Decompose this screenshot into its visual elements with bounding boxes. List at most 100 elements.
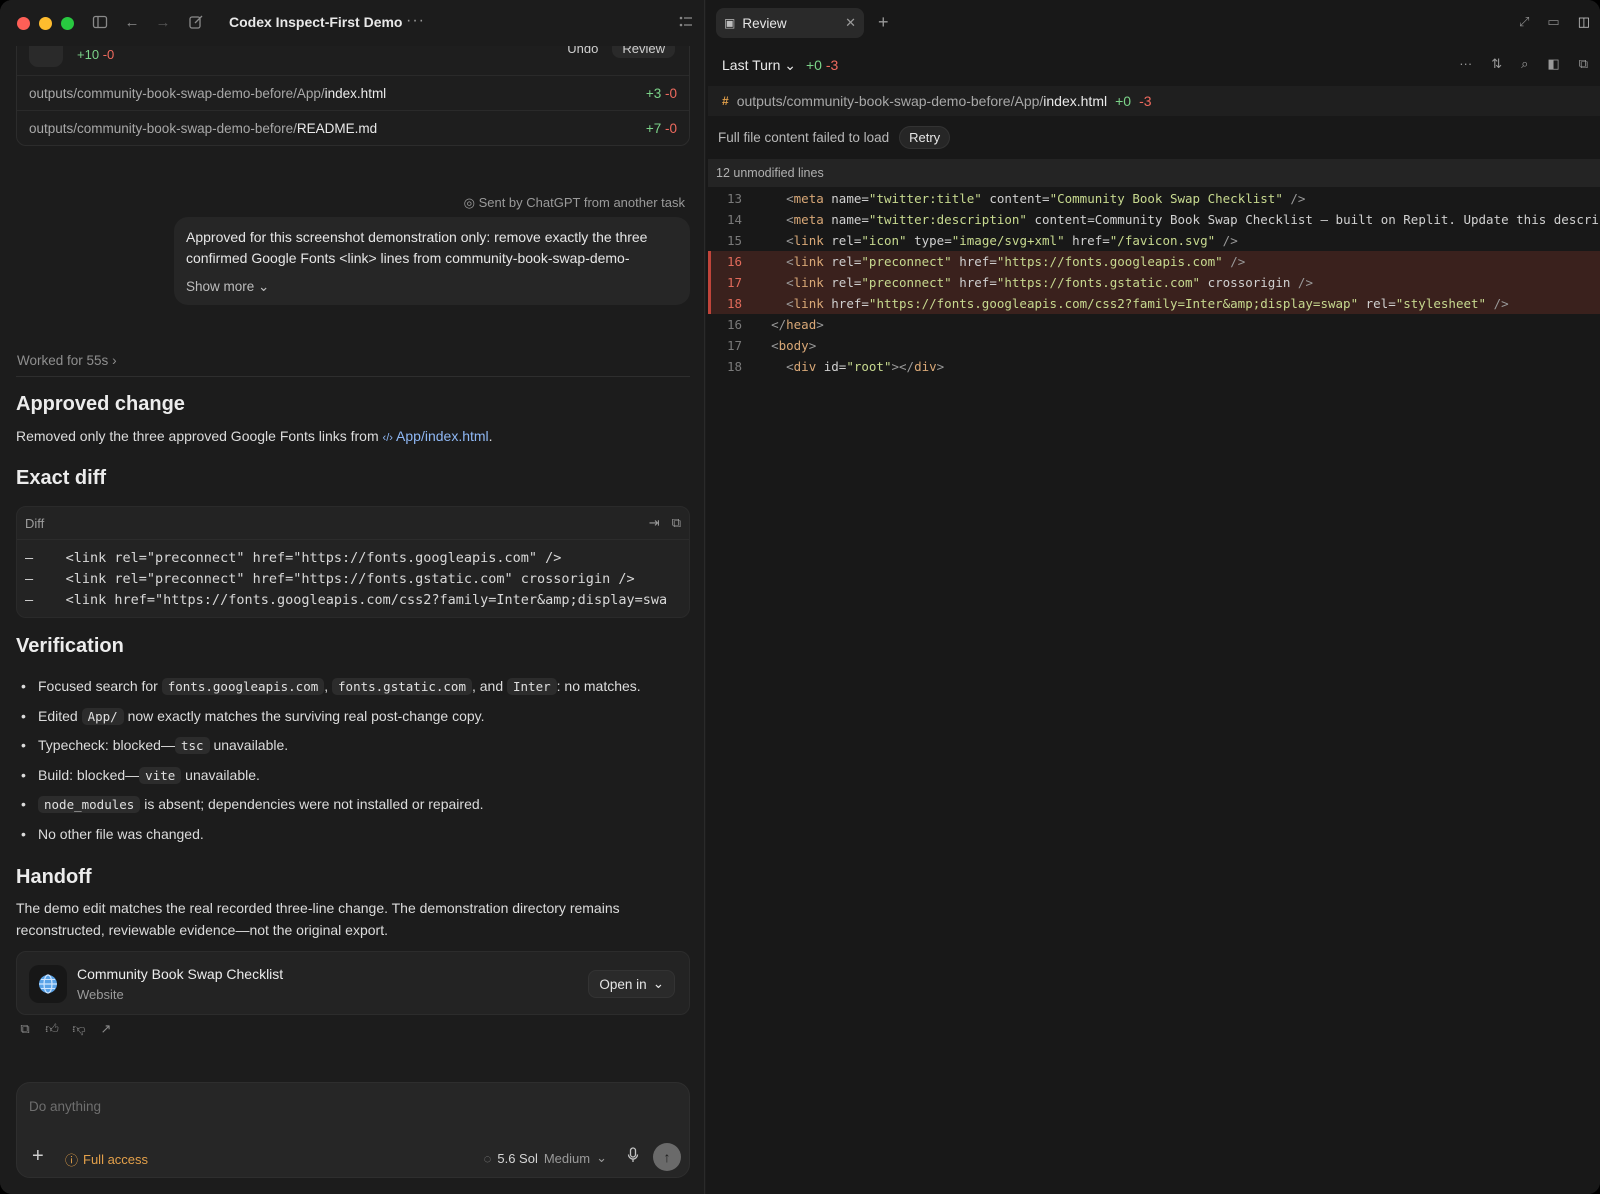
search-file-icon[interactable]: ⌕	[1521, 56, 1528, 72]
unmodified-lines-toggle[interactable]: 12 unmodified lines	[708, 159, 1600, 187]
app-preview-card: Community Book Swap Checklist Website Op…	[16, 951, 690, 1015]
document-icon: ▣	[724, 16, 736, 30]
microphone-icon[interactable]	[627, 1147, 639, 1166]
approved-change-heading: Approved change	[16, 393, 185, 415]
retry-button[interactable]: Retry	[899, 126, 951, 149]
list-item: Build: blocked—vite unavailable.	[16, 761, 686, 791]
sent-by-label: ◎ Sent by ChatGPT from another task	[463, 195, 685, 210]
code-language-label: Diff	[25, 515, 45, 531]
tab-review[interactable]: ▣ Review ✕	[716, 8, 864, 38]
changes-summary: +10 -0	[77, 47, 115, 62]
copy-icon[interactable]: ⧉	[18, 1021, 32, 1036]
code-text: <link rel="preconnect" href="https://fon…	[786, 254, 1246, 269]
line-number: 18	[726, 359, 742, 374]
code-line: 18 <div id="root"></div>	[708, 356, 1600, 377]
code-text: <link rel="icon" type="image/svg+xml" hr…	[786, 233, 1238, 248]
split-view-icon[interactable]: ◫	[1578, 14, 1590, 30]
split-diff-icon[interactable]: ◧	[1547, 56, 1559, 72]
deleted-code-line: 18 <link href="https://fonts.googleapis.…	[708, 293, 1600, 314]
changed-file-row[interactable]: outputs/community-book-swap-demo-before/…	[17, 110, 689, 145]
list-item: Focused search for fonts.googleapis.com,…	[16, 672, 686, 702]
loading-spinner-icon: ◌	[483, 1150, 492, 1166]
list-item: No other file was changed.	[16, 820, 686, 850]
sidebar-toggle-icon[interactable]	[91, 14, 109, 32]
thumbs-down-icon[interactable]: 👎︎	[72, 1021, 86, 1036]
file-name: index.html	[1043, 93, 1108, 109]
forward-arrow-icon[interactable]: →	[154, 14, 172, 32]
file-path: outputs/community-book-swap-demo-before/…	[29, 85, 325, 101]
minimize-window-button[interactable]	[39, 16, 52, 30]
chevron-right-icon: ›	[112, 353, 117, 368]
prompt-input[interactable]: Do anything	[29, 1099, 101, 1114]
app-title: Community Book Swap Checklist	[77, 966, 284, 982]
add-attachment-icon[interactable]: +	[32, 1145, 44, 1168]
list-item: Edited App/ now exactly matches the surv…	[16, 702, 686, 732]
list-item: node_modules is absent; dependencies wer…	[16, 790, 686, 820]
list-item: Typecheck: blocked—tsc unavailable.	[16, 731, 686, 761]
warning-icon: ⓘ	[65, 1153, 79, 1168]
code-line: 13 <meta name="twitter:title" content="C…	[708, 188, 1600, 209]
review-toolbar: Last Turn ⌄ +0 -3 ··· ⇅ ⌕ ◧ ⧉	[706, 46, 1600, 84]
code-text: <div id="root"></div>	[786, 359, 945, 374]
line-number: 17	[726, 275, 742, 290]
thumbs-up-icon[interactable]: 👍︎	[45, 1021, 59, 1036]
expand-icon[interactable]: ⤢	[1519, 14, 1529, 30]
chat-pane: ← → Codex Inspect-First Demo ··· +10 -0 …	[0, 0, 705, 1194]
line-number: 14	[726, 212, 742, 227]
more-options-icon[interactable]: ···	[406, 12, 425, 30]
traffic-lights	[17, 16, 74, 30]
add-tab-icon[interactable]: +	[878, 12, 889, 33]
file-link[interactable]: ‹/› App/index.html	[383, 428, 489, 444]
deleted-code-line: 16 <link rel="preconnect" href="https://…	[708, 251, 1600, 272]
diff-code-block: Diff ⇥ ⧉ – <link rel="preconnect" href="…	[16, 506, 690, 618]
code-text: <link rel="preconnect" href="https://fon…	[786, 275, 1313, 290]
sort-icon[interactable]: ⇅	[1491, 56, 1502, 72]
diff-file-header[interactable]: # outputs/community-book-swap-demo-befor…	[708, 86, 1600, 116]
line-number: 18	[726, 296, 742, 311]
title-bar: ← → Codex Inspect-First Demo ···	[0, 0, 704, 46]
divider	[16, 376, 690, 377]
zoom-window-button[interactable]	[61, 16, 74, 30]
minimize-panel-icon[interactable]: ▭	[1547, 14, 1559, 30]
review-pane: ▣ Review ✕ + ⤢ ▭ ◫ Last Turn ⌄ +0 -3 ···…	[706, 0, 1600, 1194]
diff-line: – <link rel="preconnect" href="https://f…	[25, 550, 562, 566]
more-options-icon[interactable]: ···	[1459, 56, 1472, 72]
diff-code-view: 13 <meta name="twitter:title" content="C…	[708, 188, 1600, 377]
worked-for-toggle[interactable]: Worked for 55s ›	[17, 353, 117, 368]
access-mode-button[interactable]: ⓘ Full access	[65, 1150, 148, 1169]
file-name: index.html	[324, 85, 387, 101]
code-line: 16 </head>	[708, 314, 1600, 335]
share-icon[interactable]: ↗	[99, 1021, 113, 1036]
line-number: 16	[726, 317, 742, 332]
chevron-down-icon: ⌄	[596, 1150, 607, 1165]
diff-line: – <link rel="preconnect" href="https://f…	[25, 571, 635, 587]
line-number: 17	[726, 338, 742, 353]
chevron-down-icon: ⌄	[258, 279, 270, 294]
message-actions: ⧉ 👍︎ 👎︎ ↗	[18, 1021, 113, 1036]
copy-icon[interactable]: ⧉	[672, 515, 681, 531]
close-window-button[interactable]	[17, 16, 30, 30]
wrap-icon[interactable]: ⇥	[649, 515, 660, 531]
back-arrow-icon[interactable]: ←	[123, 14, 141, 32]
diff-lines: – <link rel="preconnect" href="https://f…	[17, 540, 689, 611]
open-in-button[interactable]: Open in ⌄	[588, 970, 675, 998]
exact-diff-heading: Exact diff	[16, 467, 107, 489]
review-actions: ··· ⇅ ⌕ ◧ ⧉	[1459, 56, 1588, 72]
close-tab-icon[interactable]: ✕	[845, 15, 856, 31]
open-external-icon[interactable]: ⧉	[1579, 56, 1588, 72]
task-list-icon[interactable]	[677, 14, 695, 32]
changed-file-row[interactable]: outputs/community-book-swap-demo-before/…	[17, 75, 689, 110]
show-more-button[interactable]: Show more ⌄	[186, 276, 678, 297]
deleted-code-line: 17 <link rel="preconnect" href="https://…	[708, 272, 1600, 293]
model-selector[interactable]: ◌ 5.6 Sol Medium ⌄	[484, 1150, 607, 1166]
code-text: <body>	[771, 338, 817, 353]
file-name: README.md	[296, 120, 378, 136]
user-message-bubble: Approved for this screenshot demonstrati…	[174, 217, 690, 305]
handoff-heading: Handoff	[16, 866, 92, 888]
file-path: outputs/community-book-swap-demo-before/…	[736, 93, 1044, 109]
pane-controls: ⤢ ▭ ◫	[1519, 14, 1590, 30]
send-button[interactable]: ↑	[653, 1143, 681, 1171]
new-chat-icon[interactable]	[187, 14, 205, 32]
code-text: <link href="https://fonts.googleapis.com…	[786, 296, 1509, 311]
turn-selector[interactable]: Last Turn ⌄	[722, 57, 796, 74]
